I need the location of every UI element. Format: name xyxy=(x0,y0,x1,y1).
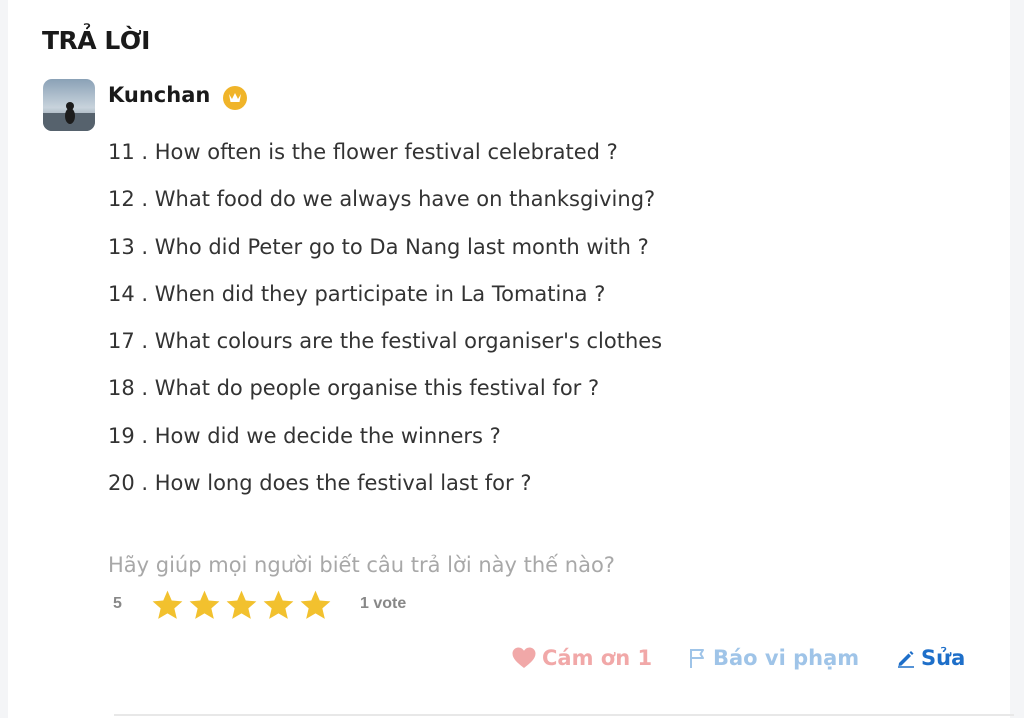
answer-line: 12 . What food do we always have on than… xyxy=(108,187,656,212)
answer-content: 11 . How often is the flower festival ce… xyxy=(108,134,662,512)
divider xyxy=(114,714,1014,716)
answer-line: 17 . What colours are the festival organ… xyxy=(108,329,663,354)
avatar[interactable] xyxy=(43,79,95,131)
edit-label: Sửa xyxy=(921,646,966,670)
flag-icon xyxy=(690,649,704,668)
star-icon[interactable] xyxy=(187,588,222,623)
section-title: TRẢ LỜI xyxy=(42,26,150,55)
answer-line: 14 . When did they participate in La Tom… xyxy=(108,281,606,306)
heart-icon xyxy=(512,647,536,668)
answer-line: 11 . How often is the flower festival ce… xyxy=(108,140,618,164)
star-icon[interactable] xyxy=(150,588,185,623)
star-icon[interactable] xyxy=(261,588,296,623)
report-label: Báo vi phạm xyxy=(713,646,860,670)
verified-badge-icon xyxy=(222,85,248,111)
rating-score: 5 xyxy=(113,595,122,612)
thanks-button[interactable]: Cám ơn 1 xyxy=(511,643,652,673)
answer-line: 18 . What do people organise this festiv… xyxy=(108,376,600,401)
star-icon[interactable] xyxy=(224,588,259,623)
rating-prompt: Hãy giúp mọi người biết câu trả lời này … xyxy=(108,553,615,577)
edit-button[interactable]: Sửa xyxy=(896,643,965,673)
pencil-icon xyxy=(898,651,914,668)
answer-line: 13 . Who did Peter go to Da Nang last mo… xyxy=(108,234,649,259)
answer-line: 19 . How did we decide the winners ? xyxy=(108,423,501,448)
star-icon[interactable] xyxy=(298,588,333,623)
report-button[interactable]: Báo vi phạm xyxy=(688,643,859,673)
star-rating[interactable] xyxy=(150,588,333,623)
answer-card: TRẢ LỜI Kunchan 11 . How often is the fl… xyxy=(8,0,1014,718)
author-name[interactable]: Kunchan xyxy=(108,83,210,107)
answer-line: 20 . How long does the festival last for… xyxy=(108,471,532,496)
thanks-label: Cám ơn 1 xyxy=(542,646,653,670)
vote-count: 1 vote xyxy=(360,595,407,612)
